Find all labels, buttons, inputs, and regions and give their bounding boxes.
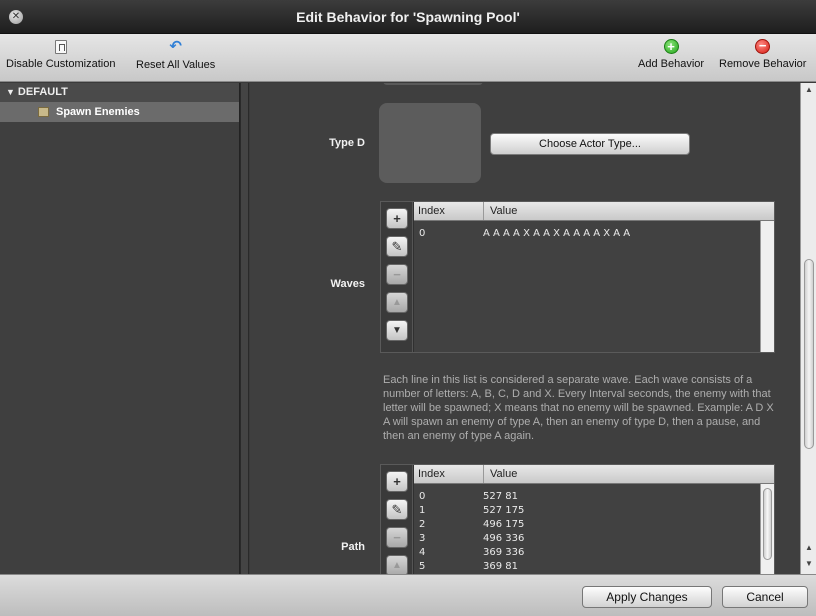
reset-all-values-label: Reset All Values xyxy=(136,59,216,71)
add-behavior-button[interactable]: + Add Behavior xyxy=(638,39,704,70)
type-d-label: Type D xyxy=(329,137,365,149)
waves-list: + ✎ − ▲ ▼ Index Value 0 A A A A X A A X … xyxy=(380,201,775,353)
table-row[interactable]: 1 527 175 xyxy=(414,504,760,518)
sidebar-item-spawn-enemies[interactable]: Spawn Enemies xyxy=(0,102,239,122)
scroll-up-icon[interactable]: ▲ xyxy=(801,541,816,555)
row-index: 0 xyxy=(419,491,426,502)
table-row[interactable]: 4 369 336 xyxy=(414,546,760,560)
table-header: Index Value xyxy=(414,465,774,484)
row-index: 3 xyxy=(419,533,426,544)
behavior-icon xyxy=(38,107,49,117)
table-row[interactable]: 0 527 81 xyxy=(414,490,760,504)
row-value: 496 175 xyxy=(483,519,525,530)
behavior-sidebar: ▼ DEFAULT Spawn Enemies xyxy=(0,83,240,574)
row-index: 4 xyxy=(419,547,426,558)
row-value: 496 336 xyxy=(483,533,525,544)
remove-item-button[interactable]: − xyxy=(386,527,408,548)
path-list: + ✎ − ▲ Index Value 0 527 81 1 527 175 2 49… xyxy=(380,464,775,574)
reset-all-values-button[interactable]: ↶ Reset All Values xyxy=(136,38,216,72)
edit-item-button[interactable]: ✎ xyxy=(386,236,408,257)
behavior-attributes-panel: Type D Choose Actor Type... Waves + ✎ − … xyxy=(250,83,800,574)
waves-description: Each line in this list is considered a s… xyxy=(383,374,774,442)
disclosure-triangle-icon: ▼ xyxy=(6,87,15,97)
remove-item-button[interactable]: − xyxy=(386,264,408,285)
row-value: 527 81 xyxy=(483,491,518,502)
path-list-buttons: + ✎ − ▲ xyxy=(381,465,413,574)
previous-actor-box xyxy=(383,83,483,85)
table-row[interactable]: 3 496 336 xyxy=(414,532,760,546)
disable-customization-button[interactable]: Disable Customization xyxy=(6,39,115,70)
waves-label: Waves xyxy=(330,278,365,290)
move-up-button[interactable]: ▲ xyxy=(386,292,408,313)
path-table: Index Value 0 527 81 1 527 175 2 496 175 3 4… xyxy=(414,465,774,574)
plus-circle-icon: + xyxy=(663,39,679,54)
remove-behavior-button[interactable]: − Remove Behavior xyxy=(719,39,806,70)
move-down-button[interactable]: ▼ xyxy=(386,320,408,341)
title-bar: ✕ Edit Behavior for 'Spawning Pool' xyxy=(0,0,816,34)
path-label: Path xyxy=(341,541,365,553)
row-value: 369 81 xyxy=(483,561,518,572)
row-index: 2 xyxy=(419,519,426,530)
column-header-index[interactable]: Index xyxy=(418,468,445,480)
table-row[interactable]: 2 496 175 xyxy=(414,518,760,532)
row-value: A A A A X A A X A A A A X A A xyxy=(483,228,631,239)
edit-item-button[interactable]: ✎ xyxy=(386,499,408,520)
row-value: 369 336 xyxy=(483,547,525,558)
row-index: 1 xyxy=(419,505,426,516)
row-index: 0 xyxy=(419,228,426,239)
disable-customization-label: Disable Customization xyxy=(6,58,116,70)
scroll-down-icon[interactable]: ▼ xyxy=(801,557,816,571)
table-row[interactable]: 0 A A A A X A A X A A A A X A A xyxy=(414,227,760,241)
add-item-button[interactable]: + xyxy=(386,208,408,229)
sidebar-item-label: Spawn Enemies xyxy=(56,106,140,118)
apply-changes-button[interactable]: Apply Changes xyxy=(582,586,712,608)
scroll-up-icon[interactable]: ▲ xyxy=(801,83,816,97)
move-up-button[interactable]: ▲ xyxy=(386,555,408,574)
sidebar-section-default[interactable]: ▼ DEFAULT xyxy=(0,83,239,102)
undo-arrow-icon: ↶ xyxy=(169,38,182,55)
scrollbar-thumb[interactable] xyxy=(804,259,814,449)
path-table-body: 0 527 81 1 527 175 2 496 175 3 496 336 4 369 … xyxy=(414,484,760,574)
toolbar: Disable Customization ↶ Reset All Values… xyxy=(0,34,816,82)
waves-table: Index Value 0 A A A A X A A X A A A A X … xyxy=(414,202,774,352)
path-table-scrollbar[interactable] xyxy=(760,484,774,574)
table-row[interactable]: 5 369 81 xyxy=(414,560,760,574)
window-title: Edit Behavior for 'Spawning Pool' xyxy=(296,9,520,25)
add-item-button[interactable]: + xyxy=(386,471,408,492)
panel-splitter[interactable] xyxy=(240,83,249,574)
main-scrollbar[interactable]: ▲ ▲ ▼ xyxy=(800,83,816,574)
actor-type-preview xyxy=(379,103,481,183)
row-value: 527 175 xyxy=(483,505,525,516)
scrollbar-thumb[interactable] xyxy=(763,488,772,560)
add-behavior-label: Add Behavior xyxy=(638,58,705,70)
document-lock-icon xyxy=(54,40,67,54)
table-header: Index Value xyxy=(414,202,774,221)
column-header-index[interactable]: Index xyxy=(418,205,445,217)
cancel-button[interactable]: Cancel xyxy=(722,586,808,608)
row-index: 5 xyxy=(419,561,426,572)
choose-actor-type-button[interactable]: Choose Actor Type... xyxy=(490,133,690,155)
column-header-value[interactable]: Value xyxy=(483,202,517,220)
waves-table-scrollbar[interactable] xyxy=(760,221,774,352)
column-header-value[interactable]: Value xyxy=(483,465,517,483)
sidebar-section-label: DEFAULT xyxy=(17,86,68,98)
remove-behavior-label: Remove Behavior xyxy=(719,58,807,70)
waves-table-body: 0 A A A A X A A X A A A A X A A xyxy=(414,221,760,352)
waves-list-buttons: + ✎ − ▲ ▼ xyxy=(381,202,413,352)
minus-circle-icon: − xyxy=(755,39,771,54)
footer-bar: Apply Changes Cancel xyxy=(0,574,816,616)
